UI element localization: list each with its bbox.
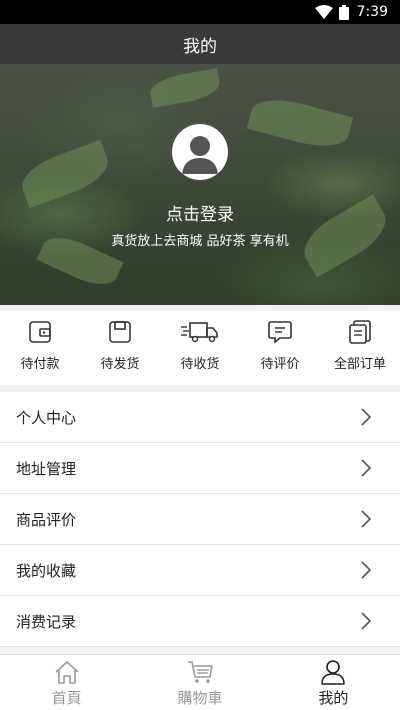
chevron-right-icon [361,510,372,528]
comment-icon [268,321,292,344]
save-box-icon [109,321,131,343]
order-pending-shipment[interactable]: 待发货 [80,311,160,385]
truck-icon [181,322,218,343]
menu-item-label: 地址管理 [16,459,77,478]
home-icon [55,661,79,684]
order-all[interactable]: 全部订单 [320,311,400,385]
battery-icon [338,4,349,20]
order-label: 全部订单 [333,357,386,372]
chevron-right-icon [361,459,372,477]
menu-item-spending-records[interactable]: 消费记录 [0,596,400,647]
tab-label: 我的 [318,689,349,707]
wifi-icon [314,5,333,19]
menu-item-reviews[interactable]: 商品评价 [0,494,400,545]
profile-banner[interactable]: 点击登录 真货放上去商城 品好茶 享有机 [0,64,400,305]
orders-list-icon [349,320,371,344]
order-shortcuts: 待付款 待发货 待收货 待评价 全部订单 [0,311,400,385]
order-pending-review[interactable]: 待评价 [240,311,320,385]
order-pending-payment[interactable]: 待付款 [0,311,80,385]
order-label: 待付款 [20,357,60,372]
slogan-text: 真货放上去商城 品好茶 享有机 [111,234,289,249]
menu-item-favorites[interactable]: 我的收藏 [0,545,400,596]
menu-item-personal-center[interactable]: 个人中心 [0,392,400,443]
menu-item-label: 消费记录 [16,612,77,631]
chevron-right-icon [361,408,372,426]
user-icon [321,660,346,685]
menu-item-label: 我的收藏 [16,561,77,580]
page-title: 我的 [183,36,217,57]
menu-item-label: 商品评价 [16,510,77,529]
wallet-icon [29,321,51,343]
order-label: 待收货 [180,357,220,372]
tab-label: 首頁 [51,689,82,707]
order-label: 待发货 [100,357,140,372]
tab-label: 購物車 [177,689,223,707]
tab-cart[interactable]: 購物車 [133,655,266,710]
cart-icon [187,661,213,683]
chevron-right-icon [361,561,372,579]
menu-list: 个人中心 地址管理 商品评价 我的收藏 消费记录 [0,392,400,647]
avatar[interactable] [172,124,228,180]
order-pending-receipt[interactable]: 待收货 [160,311,240,385]
order-label: 待评价 [260,357,300,372]
default-user-icon [182,136,218,174]
status-bar: 7:39 [0,0,400,24]
chevron-right-icon [361,612,372,630]
menu-item-label: 个人中心 [16,408,77,427]
bottom-tabbar: 首頁 購物車 我的 [0,654,400,710]
status-time: 7:39 [356,4,388,20]
menu-item-address[interactable]: 地址管理 [0,443,400,494]
tab-home[interactable]: 首頁 [0,655,133,710]
login-link[interactable]: 点击登录 [0,200,400,225]
tab-mine[interactable]: 我的 [267,655,400,710]
header-bar: 我的 [0,24,400,64]
